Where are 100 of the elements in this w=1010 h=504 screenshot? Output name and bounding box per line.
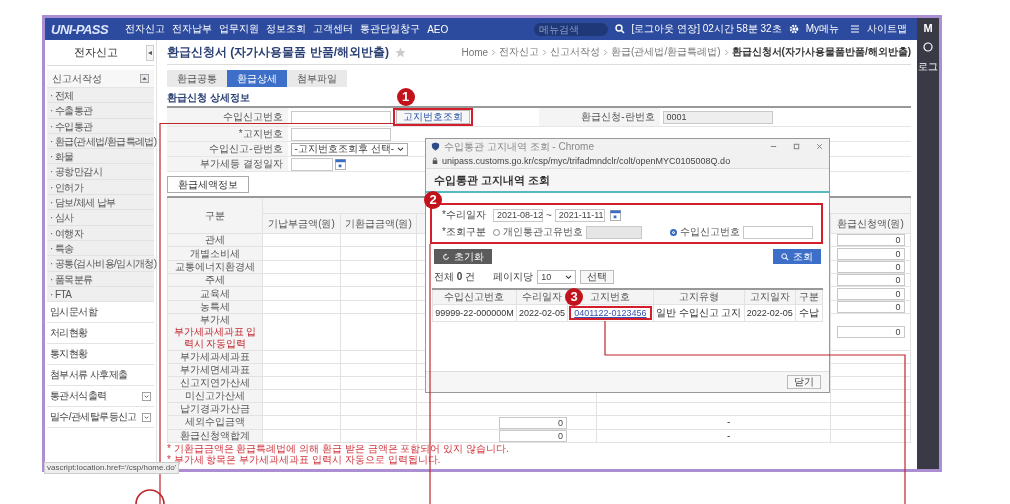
- date-field[interactable]: 2021-11-11: [554, 208, 605, 222]
- row-label: 세외수입금액: [184, 416, 246, 429]
- sitemap-link[interactable]: 사이트맵: [867, 22, 907, 36]
- nav-menu-item[interactable]: 고객센터: [313, 22, 354, 36]
- reset-button[interactable]: 초기화: [434, 249, 492, 264]
- session-timer: [로그아웃 연장] 02시간 58분 32초: [631, 22, 782, 36]
- amount-field[interactable]: 0: [836, 247, 905, 260]
- table-cell: 99999-22-000000M: [432, 304, 517, 322]
- sidebar-item[interactable]: · 담보/체세 납부: [47, 195, 154, 211]
- window-title: 수입통관 고지내역 조회 - Chrome: [444, 139, 594, 154]
- row-label: 농특세: [199, 300, 231, 313]
- row-label: 교통에너지환경세: [174, 260, 256, 273]
- sidebar-item[interactable]: · 공항만감시: [47, 164, 154, 180]
- row-label: 환급신청액합계: [179, 429, 251, 442]
- tab[interactable]: 첨부파일: [287, 70, 347, 87]
- search-button[interactable]: 조회: [773, 249, 821, 264]
- radio-button[interactable]: 개인통관고유번호: [493, 225, 583, 239]
- logout-label[interactable]: 로그: [918, 60, 938, 74]
- row-label: 부가세과세과표: [179, 351, 251, 364]
- row-label: 교육세: [199, 287, 231, 300]
- menu-search-field[interactable]: 메뉴검색: [533, 22, 608, 36]
- sidebar-menu-item[interactable]: 통관서식출력: [47, 386, 154, 408]
- close-button[interactable]: 닫기: [787, 375, 821, 389]
- result-count: 전체 0 건: [434, 270, 476, 284]
- sidebar-title: 전자신고: [73, 45, 120, 60]
- table-cell: -: [727, 416, 731, 428]
- logo[interactable]: UNI-PASS: [51, 21, 109, 37]
- amount-field[interactable]: 0: [836, 234, 905, 247]
- popup-heading: 수입통관 고지내역 조회: [426, 169, 829, 193]
- collapse-button[interactable]: ◂: [146, 44, 154, 61]
- my-menu-link[interactable]: My메뉴: [805, 22, 839, 36]
- tax-info-button[interactable]: 환급세액정보: [167, 176, 249, 193]
- sidebar-menu-item[interactable]: 통지현황: [47, 344, 154, 366]
- sidebar-menu-item[interactable]: 밀수/관세탈루등신고: [47, 407, 154, 429]
- step-badge: 3: [565, 288, 584, 306]
- select-field[interactable]: -고지번호조회후 선택-: [290, 142, 409, 156]
- page-size-select[interactable]: 10: [537, 270, 577, 284]
- row-label: 부가세면세과표: [179, 364, 251, 377]
- amount-field[interactable]: 0: [836, 274, 905, 287]
- amount-field[interactable]: 0: [836, 301, 905, 314]
- table-cell: 수납: [795, 304, 823, 322]
- input-field: 0001: [662, 110, 773, 124]
- field-label: *수리일자: [442, 208, 487, 222]
- breadcrumb-link[interactable]: 전자신고: [499, 45, 540, 59]
- sidebar-menu-item[interactable]: 처리현황: [47, 323, 154, 345]
- url-text: unipass.customs.go.kr/csp/myc/trifadmndclr/colt/openMYC0105008Q.do: [442, 156, 731, 166]
- row-label: 주세: [204, 274, 226, 287]
- breadcrumb-link[interactable]: Home: [461, 46, 489, 58]
- table-cell: -: [727, 429, 731, 441]
- column-header: 구분: [795, 289, 823, 305]
- field-label: *조회구분: [442, 225, 487, 239]
- amount-field[interactable]: 0: [836, 261, 905, 274]
- breadcrumb-link[interactable]: 환급(관세법/환급특례법): [611, 45, 721, 59]
- table-cell: 2022-02-05: [516, 304, 568, 322]
- section-title: 환급신청 상세정보: [167, 92, 250, 104]
- row-note: 부가세과세과표 입력시 자동입력: [172, 326, 258, 351]
- column-header: 고지일자: [744, 289, 796, 305]
- edge-letter: M: [923, 22, 933, 34]
- step-badge: 1: [396, 88, 415, 106]
- nav-menu-item[interactable]: 전자납부: [172, 22, 213, 36]
- sidebar-item[interactable]: · 전체: [47, 88, 154, 104]
- row-label: 부가세: [199, 314, 231, 327]
- tab[interactable]: 환급상세: [227, 70, 287, 87]
- amount-field[interactable]: 0: [836, 326, 905, 339]
- row-label: 개별소비세: [189, 247, 241, 260]
- sidebar-item[interactable]: · 수출통관: [47, 103, 154, 119]
- row-label: 미신고가산세: [184, 390, 246, 403]
- nav-menu-item[interactable]: 전자신고: [125, 22, 166, 36]
- nav-menu-item[interactable]: 업무지원: [219, 22, 260, 36]
- nav-menu-item[interactable]: 통관단일창구: [360, 22, 421, 36]
- range-separator: ~: [546, 209, 552, 221]
- field-label: 환급신청-란번호: [539, 107, 660, 127]
- field-label: 페이지당: [493, 270, 534, 284]
- column-header: 수리일자: [516, 289, 568, 305]
- column-header: 수입신고번호: [432, 289, 517, 305]
- amount-field[interactable]: 0: [836, 287, 905, 300]
- breadcrumb-link[interactable]: 신고서작성: [550, 45, 601, 59]
- sidebar-item[interactable]: · 화물: [47, 149, 154, 165]
- tab[interactable]: 환급공통: [167, 70, 227, 87]
- page-title: 환급신청서 (자가사용물품 반품/해외반출): [167, 43, 389, 61]
- nav-menu-item[interactable]: AEO: [427, 23, 449, 35]
- column-header: 고지유형: [653, 289, 745, 305]
- row-label: 신고지연가산세: [179, 377, 251, 390]
- nav-menu-item[interactable]: 정보조회: [266, 22, 307, 36]
- table-cell: 2022-02-05: [744, 304, 796, 322]
- radio-button[interactable]: 수입신고번호: [670, 225, 740, 239]
- status-url: vascript:location.href='/csp/home.do': [44, 462, 180, 474]
- sidebar-menu-item[interactable]: 임시문서함: [47, 302, 154, 324]
- breadcrumb-link[interactable]: 환급신청서(자가사용물품반품/해외반출): [731, 45, 911, 59]
- field-label: 수입신고번호: [167, 107, 288, 127]
- sidebar-item[interactable]: · 심사: [47, 210, 154, 226]
- table-cell: 일반 수입신고 고지: [653, 304, 745, 322]
- select-button[interactable]: 선택: [580, 270, 615, 284]
- sidebar-menu-item[interactable]: 첨부서류 사후제출: [47, 365, 154, 387]
- amount-field[interactable]: 0: [499, 416, 567, 429]
- row-label: 관세: [204, 234, 226, 247]
- column-header: 구분: [167, 197, 263, 234]
- lookup-button[interactable]: 고지번호조회: [395, 110, 470, 124]
- date-field[interactable]: 2021-08-12: [493, 208, 543, 222]
- row-label: 납기경과가산금: [179, 403, 251, 416]
